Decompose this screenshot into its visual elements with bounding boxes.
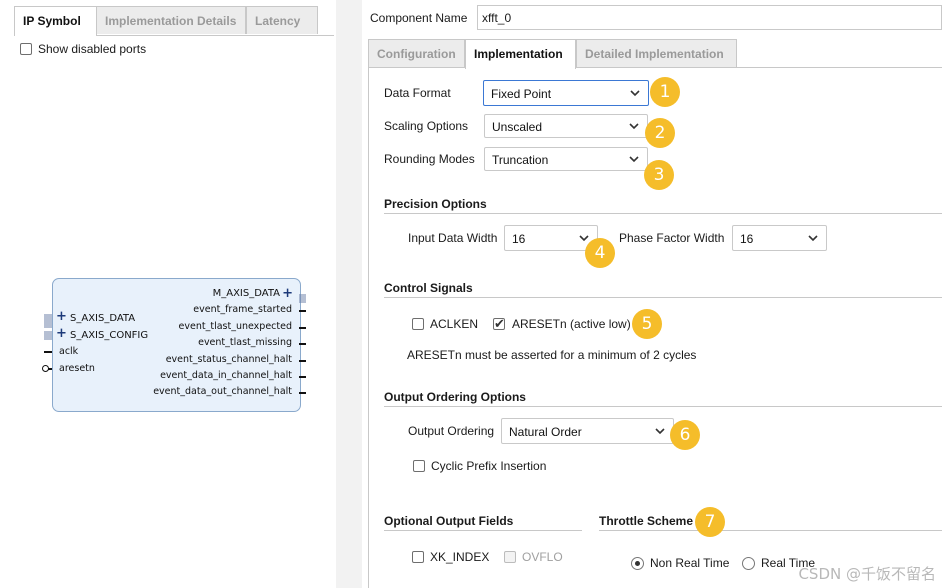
annotation-badge: 2 — [645, 118, 675, 148]
pin — [44, 351, 52, 353]
expand-plus-icon[interactable]: + — [282, 286, 293, 301]
annotation-badge: 4 — [585, 238, 615, 268]
left-tab-bar: IP Symbol Implementation Details Latency — [14, 6, 334, 36]
scaling-options-select[interactable]: Unscaled — [484, 114, 648, 138]
scaling-options-value: Unscaled — [492, 120, 543, 134]
annotation-badge: 5 — [632, 309, 662, 339]
tab-ip-symbol[interactable]: IP Symbol — [14, 6, 97, 36]
show-disabled-ports-checkbox[interactable] — [20, 43, 32, 55]
tab-implementation[interactable]: Implementation — [465, 39, 576, 69]
section-divider — [384, 297, 942, 298]
section-divider — [384, 530, 582, 531]
watermark: CSDN @千饭不留名 — [798, 565, 936, 583]
non-real-time-label: Non Real Time — [650, 556, 730, 570]
xk-index-checkbox[interactable] — [412, 551, 424, 563]
throttle-scheme-heading: Throttle Scheme — [599, 514, 694, 528]
port-event-data-out-channel-halt: event_data_out_channel_halt — [153, 386, 292, 397]
aclken-label: ACLKEN — [430, 317, 479, 331]
tab-configuration[interactable]: Configuration — [368, 39, 465, 67]
rounding-modes-value: Truncation — [492, 153, 549, 167]
chevron-down-icon — [808, 235, 818, 242]
pin — [299, 376, 306, 378]
port-s-axis-data: S_AXIS_DATA — [70, 313, 136, 324]
output-ordering-heading: Output Ordering Options — [384, 390, 526, 404]
phase-factor-width-value: 16 — [740, 232, 754, 246]
data-format-label: Data Format — [384, 86, 451, 100]
bus-pin-icon — [299, 294, 306, 303]
rounding-modes-label: Rounding Modes — [384, 152, 475, 166]
port-event-tlast-unexpected: event_tlast_unexpected — [178, 321, 292, 332]
scaling-options-label: Scaling Options — [384, 119, 469, 133]
output-ordering-select[interactable]: Natural Order — [501, 418, 674, 444]
annotation-badge: 1 — [650, 77, 680, 107]
phase-factor-width-select[interactable]: 16 — [732, 225, 827, 251]
annotation-badge: 7 — [695, 507, 725, 537]
output-ordering-value: Natural Order — [509, 425, 582, 439]
ovflo-checkbox[interactable] — [504, 551, 516, 563]
pin — [299, 310, 306, 312]
annotation-badge: 6 — [670, 420, 700, 450]
cyclic-prefix-label: Cyclic Prefix Insertion — [431, 459, 547, 473]
phase-factor-width-label: Phase Factor Width — [619, 231, 725, 245]
control-signals-heading: Control Signals — [384, 281, 473, 295]
expand-plus-icon[interactable]: + — [56, 326, 67, 341]
ip-symbol-panel: IP Symbol Implementation Details Latency… — [0, 0, 337, 588]
ip-symbol-block: M_AXIS_DATA + event_frame_started event_… — [52, 278, 301, 412]
section-divider — [384, 406, 942, 407]
radio-selected-dot — [635, 561, 640, 566]
bus-pin-icon — [44, 331, 52, 340]
input-data-width-select[interactable]: 16 — [504, 225, 598, 251]
chevron-down-icon — [655, 428, 665, 435]
port-m-axis-data: M_AXIS_DATA — [212, 288, 280, 299]
xk-index-label: XK_INDEX — [430, 550, 490, 564]
non-real-time-radio[interactable] — [631, 557, 644, 570]
port-aresetn: aresetn — [59, 363, 95, 374]
aresetn-checkbox[interactable]: ✔ — [493, 316, 505, 331]
pin — [299, 327, 306, 329]
bus-pin-icon — [44, 314, 52, 328]
chevron-down-icon — [629, 123, 639, 130]
component-name-input[interactable]: xfft_0 — [477, 5, 942, 30]
cyclic-prefix-checkbox[interactable] — [413, 460, 425, 472]
pin — [299, 392, 306, 394]
right-tab-bar: Configuration Implementation Detailed Im… — [368, 39, 942, 69]
data-format-select[interactable]: Fixed Point — [483, 80, 649, 106]
tab-implementation-details[interactable]: Implementation Details — [96, 6, 246, 34]
chevron-down-icon — [629, 156, 639, 163]
ovflo-label: OVFLO — [522, 550, 563, 564]
precision-options-heading: Precision Options — [384, 197, 487, 211]
input-data-width-label: Input Data Width — [408, 231, 498, 245]
component-name-value: xfft_0 — [482, 11, 512, 25]
tab-latency[interactable]: Latency — [246, 6, 318, 34]
aclken-checkbox[interactable] — [412, 318, 424, 330]
panel-border — [368, 67, 369, 588]
port-s-axis-config: S_AXIS_CONFIG — [70, 330, 149, 341]
data-format-value: Fixed Point — [491, 87, 552, 101]
port-aclk: aclk — [59, 346, 79, 357]
port-event-status-channel-halt: event_status_channel_halt — [165, 354, 292, 365]
chevron-down-icon — [630, 90, 640, 97]
section-divider — [599, 530, 942, 531]
section-divider — [384, 213, 942, 214]
real-time-radio[interactable] — [742, 557, 755, 570]
aresetn-label: ARESETn (active low) — [512, 317, 631, 331]
aresetn-note: ARESETn must be asserted for a minimum o… — [407, 348, 697, 362]
tab-detailed-implementation[interactable]: Detailed Implementation — [576, 39, 737, 67]
annotation-badge: 3 — [644, 160, 674, 190]
component-name-label: Component Name — [370, 11, 468, 25]
pin — [299, 343, 306, 345]
output-ordering-label: Output Ordering — [408, 424, 495, 438]
splitter[interactable] — [336, 0, 362, 588]
optional-output-fields-heading: Optional Output Fields — [384, 514, 514, 528]
port-event-tlast-missing: event_tlast_missing — [198, 337, 292, 348]
show-disabled-ports-label: Show disabled ports — [38, 42, 147, 56]
input-data-width-value: 16 — [512, 232, 526, 246]
checkmark-icon: ✔ — [494, 316, 505, 331]
expand-plus-icon[interactable]: + — [56, 309, 67, 324]
port-event-data-in-channel-halt: event_data_in_channel_halt — [160, 370, 292, 381]
rounding-modes-select[interactable]: Truncation — [484, 147, 648, 171]
port-event-frame-started: event_frame_started — [193, 304, 292, 315]
pin — [299, 360, 306, 362]
active-low-bubble-icon — [42, 365, 49, 372]
